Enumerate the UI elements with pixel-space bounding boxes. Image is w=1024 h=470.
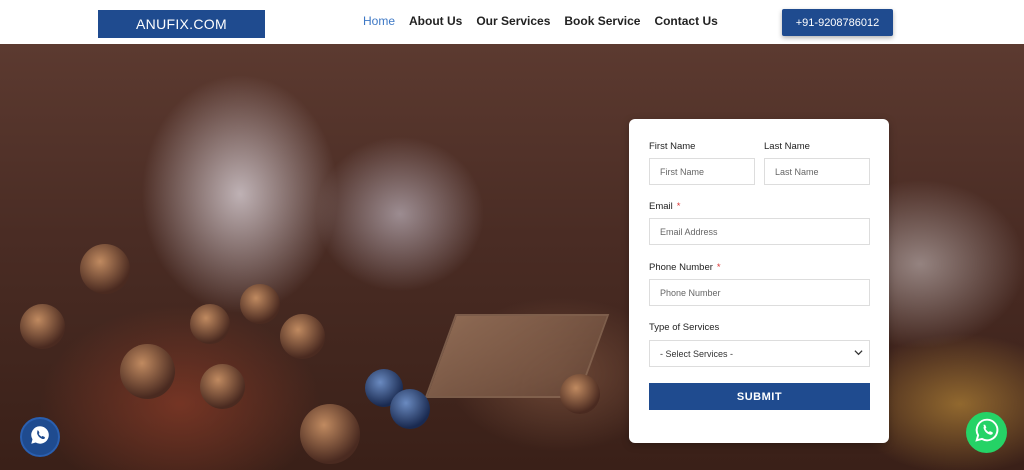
capacitor-image (300, 404, 360, 464)
phone-label: Phone Number * (649, 262, 721, 273)
service-select[interactable]: - Select Services - (649, 340, 870, 367)
phone-button[interactable]: +91-9208786012 (782, 9, 893, 36)
whatsapp-float-button-left[interactable] (20, 417, 60, 457)
capacitor-image (190, 304, 230, 344)
whatsapp-icon (974, 417, 1000, 448)
service-select-value: - Select Services - (660, 348, 734, 359)
capacitor-image (240, 284, 280, 324)
nav-book-service[interactable]: Book Service (564, 14, 640, 28)
capacitor-image (390, 389, 430, 429)
capacitor-image (280, 314, 325, 359)
service-type-label: Type of Services (649, 322, 720, 333)
phone-input[interactable]: Phone Number (649, 279, 870, 306)
capacitor-image (560, 374, 600, 414)
nav-contact-us[interactable]: Contact Us (654, 14, 717, 28)
main-nav: Home About Us Our Services Book Service … (363, 14, 718, 28)
capacitor-image (80, 244, 130, 294)
first-name-input[interactable]: First Name (649, 158, 755, 185)
whatsapp-float-button-right[interactable] (966, 412, 1007, 453)
required-mark: * (716, 262, 721, 273)
capacitor-image (120, 344, 175, 399)
booking-form: First Name Last Name First Name Last Nam… (629, 119, 889, 443)
first-name-label: First Name (649, 141, 696, 152)
email-label: Email * (649, 201, 681, 212)
site-header: ANUFIX.COM Home About Us Our Services Bo… (0, 0, 1024, 44)
nav-about-us[interactable]: About Us (409, 14, 462, 28)
last-name-label: Last Name (764, 141, 810, 152)
email-input[interactable]: Email Address (649, 218, 870, 245)
capacitor-image (200, 364, 245, 409)
last-name-input[interactable]: Last Name (764, 158, 870, 185)
submit-button[interactable]: SUBMIT (649, 383, 870, 410)
chevron-down-icon (854, 348, 863, 359)
nav-our-services[interactable]: Our Services (476, 14, 550, 28)
whatsapp-icon (29, 424, 51, 451)
capacitor-image (20, 304, 65, 349)
nav-home[interactable]: Home (363, 14, 395, 28)
required-mark: * (676, 201, 681, 212)
site-logo[interactable]: ANUFIX.COM (98, 10, 265, 38)
